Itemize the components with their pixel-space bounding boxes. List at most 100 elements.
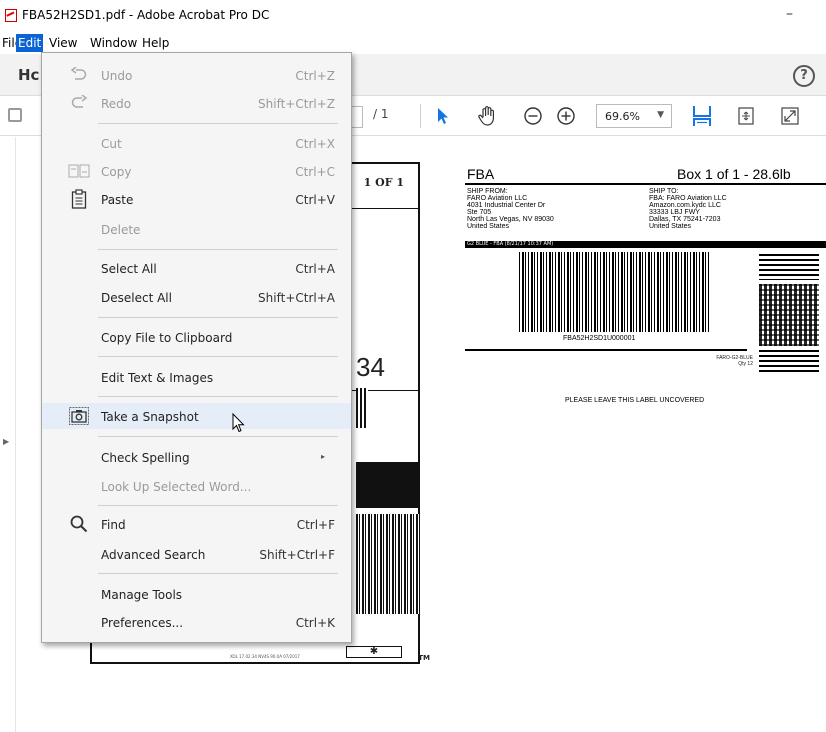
zoom-value: 69.6%: [605, 110, 640, 123]
fba-title: FBA: [467, 166, 495, 182]
search-icon: [68, 514, 90, 534]
menu-separator: [98, 436, 338, 437]
menu-item-shortcut: Shift+Ctrl+A: [258, 291, 335, 305]
menu-edit[interactable]: Edit: [16, 34, 44, 52]
menu-item-preferences[interactable]: Preferences... Ctrl+K: [42, 609, 351, 635]
fit-width-icon[interactable]: [689, 103, 715, 129]
menu-separator: [98, 123, 338, 124]
barcode: [519, 252, 709, 332]
menu-item-manage-tools[interactable]: Manage Tools: [42, 581, 351, 607]
menu-item-shortcut: Ctrl+Z: [295, 69, 335, 83]
menu-separator: [98, 396, 338, 397]
menu-item-label: Edit Text & Images: [101, 371, 214, 385]
menu-item-shortcut: Ctrl+X: [295, 137, 335, 151]
left-panel-rail[interactable]: ▶: [0, 137, 16, 732]
menu-item-label: Cut: [101, 137, 122, 151]
menu-item-look-up-word[interactable]: Look Up Selected Word...: [42, 473, 351, 499]
zoom-dropdown[interactable]: 69.6% ▼: [596, 104, 672, 128]
label-rule: [465, 349, 747, 351]
menu-item-shortcut: Shift+Ctrl+F: [259, 548, 335, 562]
menu-help[interactable]: Help: [140, 34, 171, 52]
ship-to-address: SHIP TO: FBA: FARO Aviation LLC Amazon.c…: [649, 188, 727, 230]
menu-item-label: Select All: [101, 262, 157, 276]
menu-view[interactable]: View: [47, 34, 79, 52]
menu-item-shortcut: Shift+Ctrl+Z: [258, 97, 335, 111]
menu-item-label: Preferences...: [101, 616, 184, 630]
toolbar-divider: [420, 104, 421, 128]
label-notice: PLEASE LEAVE THIS LABEL UNCOVERED: [565, 397, 705, 404]
menu-item-delete[interactable]: Delete: [42, 216, 351, 242]
window-title: FBA52H2SD1.pdf - Adobe Acrobat Pro DC: [22, 8, 270, 22]
menu-item-undo[interactable]: Undo Ctrl+Z: [42, 62, 351, 88]
menu-item-label: Paste: [101, 193, 134, 207]
menu-item-label: Advanced Search: [101, 548, 206, 562]
page-total: / 1: [373, 107, 389, 121]
menu-item-check-spelling[interactable]: Check Spelling ▸: [42, 444, 351, 470]
menu-item-paste[interactable]: Paste Ctrl+V: [42, 186, 351, 212]
menu-separator: [98, 356, 338, 357]
sku-text: FARO-G2-BLUE Qty 12: [716, 355, 753, 367]
edit-menu: Undo Ctrl+Z Redo Shift+Ctrl+Z Cut Ctrl+X…: [41, 52, 352, 643]
routing-code: 34: [356, 352, 385, 382]
bar-text: G2 BLUE - FBA (8/21/17 10:37 AM): [467, 241, 554, 247]
menu-item-label: Redo: [101, 97, 132, 111]
barcode-fragment: [356, 514, 420, 614]
label-count: 1 OF 1: [363, 176, 404, 189]
menu-item-label: Find: [101, 518, 126, 532]
menu-item-shortcut: Ctrl+A: [295, 262, 335, 276]
expand-panel-icon[interactable]: ▶: [3, 437, 9, 446]
menu-item-label: Delete: [101, 223, 141, 237]
menu-separator: [98, 505, 338, 506]
menu-item-label: Check Spelling: [101, 451, 190, 465]
menu-item-advanced-search[interactable]: Advanced Search Shift+Ctrl+F: [42, 541, 351, 567]
copy-icon: [68, 161, 90, 181]
minimize-button[interactable]: –: [786, 6, 793, 22]
menu-separator: [98, 249, 338, 250]
menu-item-label: Take a Snapshot: [101, 410, 199, 424]
menu-item-label: Copy File to Clipboard: [101, 331, 233, 345]
camera-icon: [68, 406, 90, 426]
menu-item-shortcut: Ctrl+F: [296, 518, 335, 532]
help-icon[interactable]: ?: [793, 65, 815, 87]
select-tool-icon[interactable]: [430, 103, 456, 129]
menu-bar: File Edit View Window Help: [0, 34, 826, 52]
menu-item-deselect-all[interactable]: Deselect All Shift+Ctrl+A: [42, 284, 351, 310]
trademark: TM: [418, 654, 430, 662]
menu-item-label: Manage Tools: [101, 588, 183, 602]
menu-item-label: Deselect All: [101, 291, 172, 305]
2d-barcode: [759, 254, 819, 372]
full-screen-icon[interactable]: [777, 103, 803, 129]
black-block: [356, 462, 420, 508]
hand-tool-icon[interactable]: [474, 103, 500, 129]
menu-item-shortcut: Ctrl+K: [295, 616, 335, 630]
save-icon[interactable]: [8, 108, 22, 122]
tab-home[interactable]: Hc: [18, 66, 39, 84]
menu-item-edit-text-images[interactable]: Edit Text & Images: [42, 364, 351, 390]
zoom-in-icon[interactable]: [553, 103, 579, 129]
menu-item-select-all[interactable]: Select All Ctrl+A: [42, 255, 351, 281]
menu-item-take-snapshot[interactable]: Take a Snapshot: [42, 403, 351, 429]
menu-item-copy[interactable]: Copy Ctrl+C: [42, 158, 351, 184]
menu-window[interactable]: Window: [88, 34, 139, 52]
submenu-arrow-icon: ▸: [320, 452, 325, 461]
menu-item-label: Undo: [101, 69, 133, 83]
menu-item-shortcut: Ctrl+V: [295, 193, 335, 207]
ship-from-address: SHIP FROM: FARO Aviation LLC 4031 Indust…: [467, 188, 554, 230]
menu-item-shortcut: Ctrl+C: [295, 165, 335, 179]
redo-icon: [68, 93, 90, 113]
mouse-pointer-icon: [232, 412, 246, 433]
menu-item-redo[interactable]: Redo Shift+Ctrl+Z: [42, 90, 351, 116]
label-footer-text: XOL 17.02.34 NV4S 90.0A 07/2017: [230, 654, 300, 659]
zoom-out-icon[interactable]: [520, 103, 546, 129]
menu-item-label: Copy: [101, 165, 132, 179]
fba-label: FBA Box 1 of 1 - 28.6lb SHIP FROM: FARO …: [465, 166, 826, 416]
menu-item-copy-file-to-clipboard[interactable]: Copy File to Clipboard: [42, 324, 351, 350]
title-bar: FBA52H2SD1.pdf - Adobe Acrobat Pro DC –: [0, 0, 826, 30]
clipboard-icon: [68, 189, 90, 209]
label-rule: [465, 183, 826, 185]
fit-page-icon[interactable]: [733, 103, 759, 129]
barcode-number: FBA52H2SD1U000001: [563, 335, 636, 342]
menu-item-cut[interactable]: Cut Ctrl+X: [42, 130, 351, 156]
menu-item-label: Look Up Selected Word...: [101, 480, 252, 494]
menu-item-find[interactable]: Find Ctrl+F: [42, 511, 351, 537]
